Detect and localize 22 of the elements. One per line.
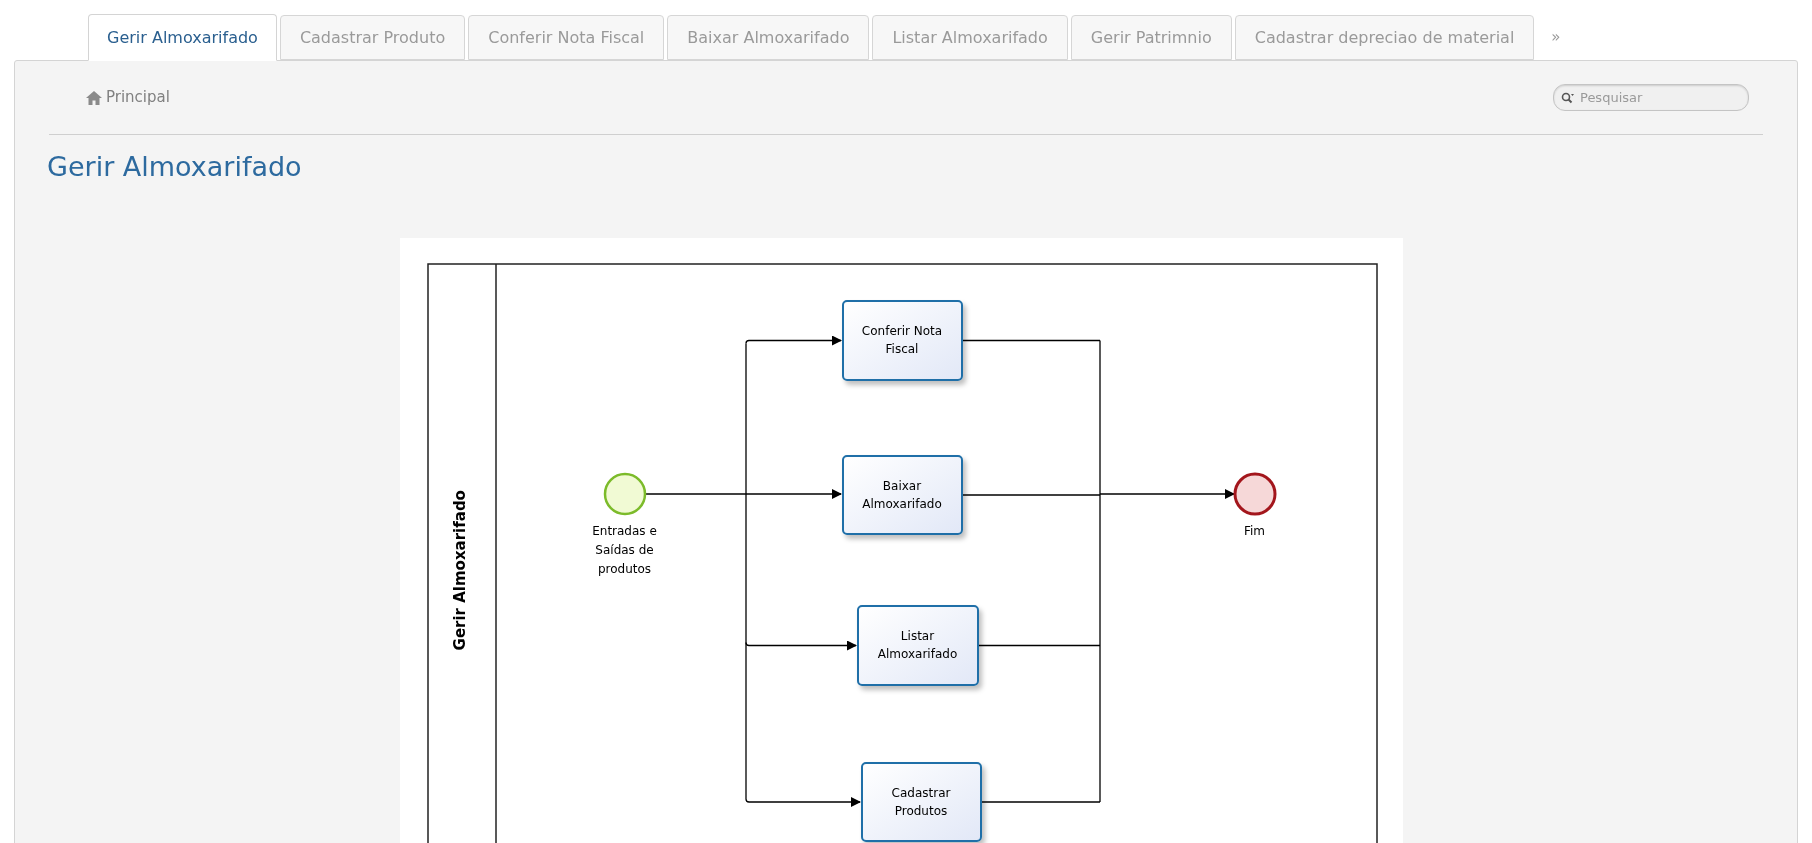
home-icon: [85, 89, 103, 106]
task-node: Cadastrar Produtos: [860, 761, 982, 842]
search-icon: [1561, 92, 1575, 104]
lane-label: Gerir Almoxarifado: [450, 490, 471, 651]
task-node: Conferir Nota Fiscal: [841, 299, 963, 381]
page-heading: Gerir Almoxarifado: [47, 150, 303, 184]
tab[interactable]: Gerir Almoxarifado: [88, 14, 277, 61]
tab[interactable]: Cadastrar Produto: [279, 15, 466, 60]
start-event-circle: [603, 472, 646, 515]
event-label: Fim: [1242, 522, 1267, 540]
tab[interactable]: Gerir Patrimnio: [1070, 15, 1232, 60]
end-event-circle: [1233, 472, 1276, 515]
tab[interactable]: Listar Almoxarifado: [872, 15, 1068, 60]
tab[interactable]: Cadastrar depreciao de material: [1234, 15, 1535, 60]
tab[interactable]: Baixar Almoxarifado: [667, 15, 870, 60]
event-label: Entradas e Saídas de produtos: [591, 522, 658, 578]
breadcrumb-link[interactable]: Principal: [85, 86, 170, 109]
more-tabs-button[interactable]: »: [1537, 15, 1575, 60]
task-node: Listar Almoxarifado: [856, 604, 979, 686]
task-node: Baixar Almoxarifado: [841, 454, 963, 535]
tab[interactable]: Conferir Nota Fiscal: [468, 15, 665, 60]
search-field[interactable]: Pesquisar: [1553, 84, 1749, 111]
